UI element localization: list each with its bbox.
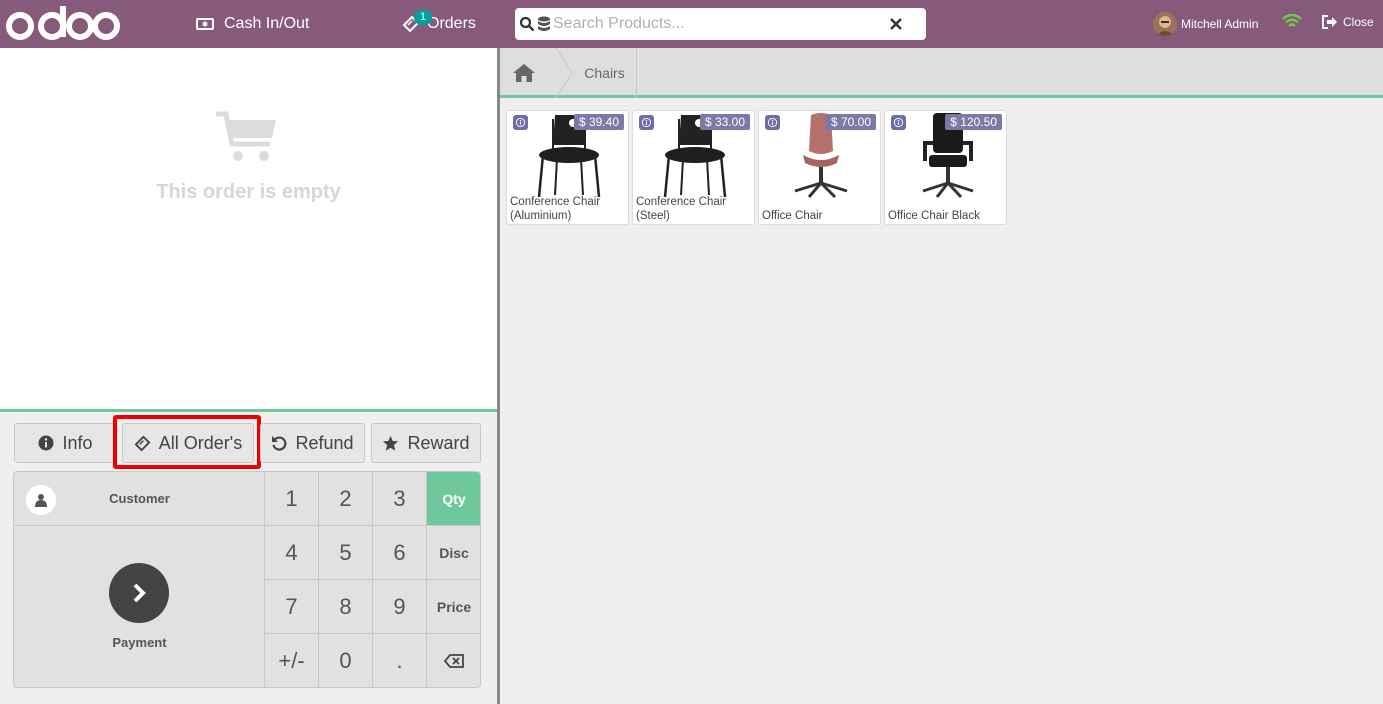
numpad-key-5[interactable]: 5: [319, 526, 373, 580]
numpad-key-decimal[interactable]: .: [373, 634, 427, 687]
orders-button[interactable]: 1 Orders: [402, 0, 476, 48]
wifi-icon: [1282, 14, 1302, 27]
info-button[interactable]: Info: [14, 423, 117, 463]
reward-label: Reward: [407, 432, 470, 453]
backspace-icon: [444, 654, 464, 668]
numpad-key-4[interactable]: 4: [265, 526, 319, 580]
cash-icon: [196, 18, 214, 30]
empty-order-message: This order is empty: [156, 181, 341, 203]
shopping-cart-icon: [216, 111, 276, 161]
cash-in-out-button[interactable]: Cash In/Out: [196, 0, 309, 48]
search-icon: [519, 16, 535, 32]
product-card[interactable]: $ 39.40 Conference Chair (Aluminium): [506, 110, 629, 225]
info-icon[interactable]: [765, 115, 780, 130]
orders-count-badge: 1: [414, 10, 432, 25]
top-bar: Cash In/Out 1 Orders Search Products... …: [0, 0, 1383, 48]
product-price: $ 33.00: [699, 114, 750, 130]
cash-in-out-label: Cash In/Out: [224, 15, 310, 32]
numpad-panel: Customer Payment 1 2 3 Qty 4 5 6 Disc 7 …: [13, 471, 481, 688]
product-search-bar: [515, 8, 926, 40]
customer-label: Customer: [109, 491, 170, 506]
products-pane: Chairs $ 39.40 Conference Chair (Alumini…: [500, 48, 1383, 704]
refund-button[interactable]: Refund: [260, 423, 365, 463]
payment-label: Payment: [112, 635, 167, 650]
star-icon: [383, 435, 399, 451]
breadcrumb: Chairs: [500, 48, 1383, 98]
home-icon[interactable]: [512, 63, 536, 83]
product-price: $ 70.00: [825, 114, 876, 130]
all-orders-label: All Order's: [158, 432, 243, 453]
info-icon[interactable]: [513, 115, 528, 130]
backspace-button[interactable]: [427, 634, 480, 687]
numpad-key-plus-minus[interactable]: +/-: [265, 634, 319, 687]
numpad-key-1[interactable]: 1: [265, 472, 319, 526]
product-card[interactable]: $ 70.00 Office Chair: [758, 110, 881, 225]
price-mode-button[interactable]: Price: [427, 580, 480, 634]
info-icon[interactable]: [639, 115, 654, 130]
chevron-right-icon: [109, 563, 169, 623]
product-name: Conference Chair (Steel): [636, 196, 727, 222]
info-icon[interactable]: [891, 115, 906, 130]
qty-mode-button[interactable]: Qty: [427, 472, 480, 526]
product-card[interactable]: $ 120.50 Office Chair Black: [884, 110, 1007, 225]
breadcrumb-category[interactable]: Chairs: [573, 48, 637, 98]
disc-mode-button[interactable]: Disc: [427, 526, 480, 580]
odoo-logo: [6, 6, 120, 40]
sign-out-icon: [1322, 15, 1337, 29]
numpad-key-6[interactable]: 6: [373, 526, 427, 580]
search-input[interactable]: [553, 15, 873, 33]
user-name: Mitchell Admin: [1181, 17, 1259, 31]
orders-label: Orders: [427, 15, 476, 32]
undo-icon: [272, 436, 287, 451]
product-price: $ 120.50: [945, 114, 1002, 130]
product-name: Office Chair Black: [888, 210, 980, 222]
payment-button[interactable]: Payment: [14, 526, 265, 687]
product-name: Office Chair: [762, 210, 823, 222]
numpad-key-3[interactable]: 3: [373, 472, 427, 526]
database-icon: [538, 16, 550, 31]
refund-label: Refund: [295, 432, 354, 453]
customer-button[interactable]: Customer: [14, 472, 265, 526]
numpad-key-7[interactable]: 7: [265, 580, 319, 634]
numpad-key-0[interactable]: 0: [319, 634, 373, 687]
close-label: Close: [1343, 15, 1374, 29]
order-lines-area: This order is empty: [0, 48, 497, 412]
numpad-key-9[interactable]: 9: [373, 580, 427, 634]
info-circle-icon: [38, 435, 54, 451]
close-session-button[interactable]: Close: [1322, 15, 1374, 29]
breadcrumb-separator: [555, 48, 573, 98]
all-orders-button[interactable]: All Order's: [122, 423, 254, 463]
reward-button[interactable]: Reward: [371, 423, 481, 463]
info-label: Info: [62, 432, 93, 453]
clear-search-icon[interactable]: [888, 16, 904, 32]
product-name: Conference Chair (Aluminium): [510, 196, 601, 222]
user-avatar: [1153, 12, 1177, 36]
product-price: $ 39.40: [573, 114, 624, 130]
product-card[interactable]: $ 33.00 Conference Chair (Steel): [632, 110, 755, 225]
user-menu[interactable]: Mitchell Admin: [1153, 12, 1258, 36]
numpad-key-8[interactable]: 8: [319, 580, 373, 634]
numpad-key-2[interactable]: 2: [319, 472, 373, 526]
ticket-icon: [134, 435, 151, 451]
